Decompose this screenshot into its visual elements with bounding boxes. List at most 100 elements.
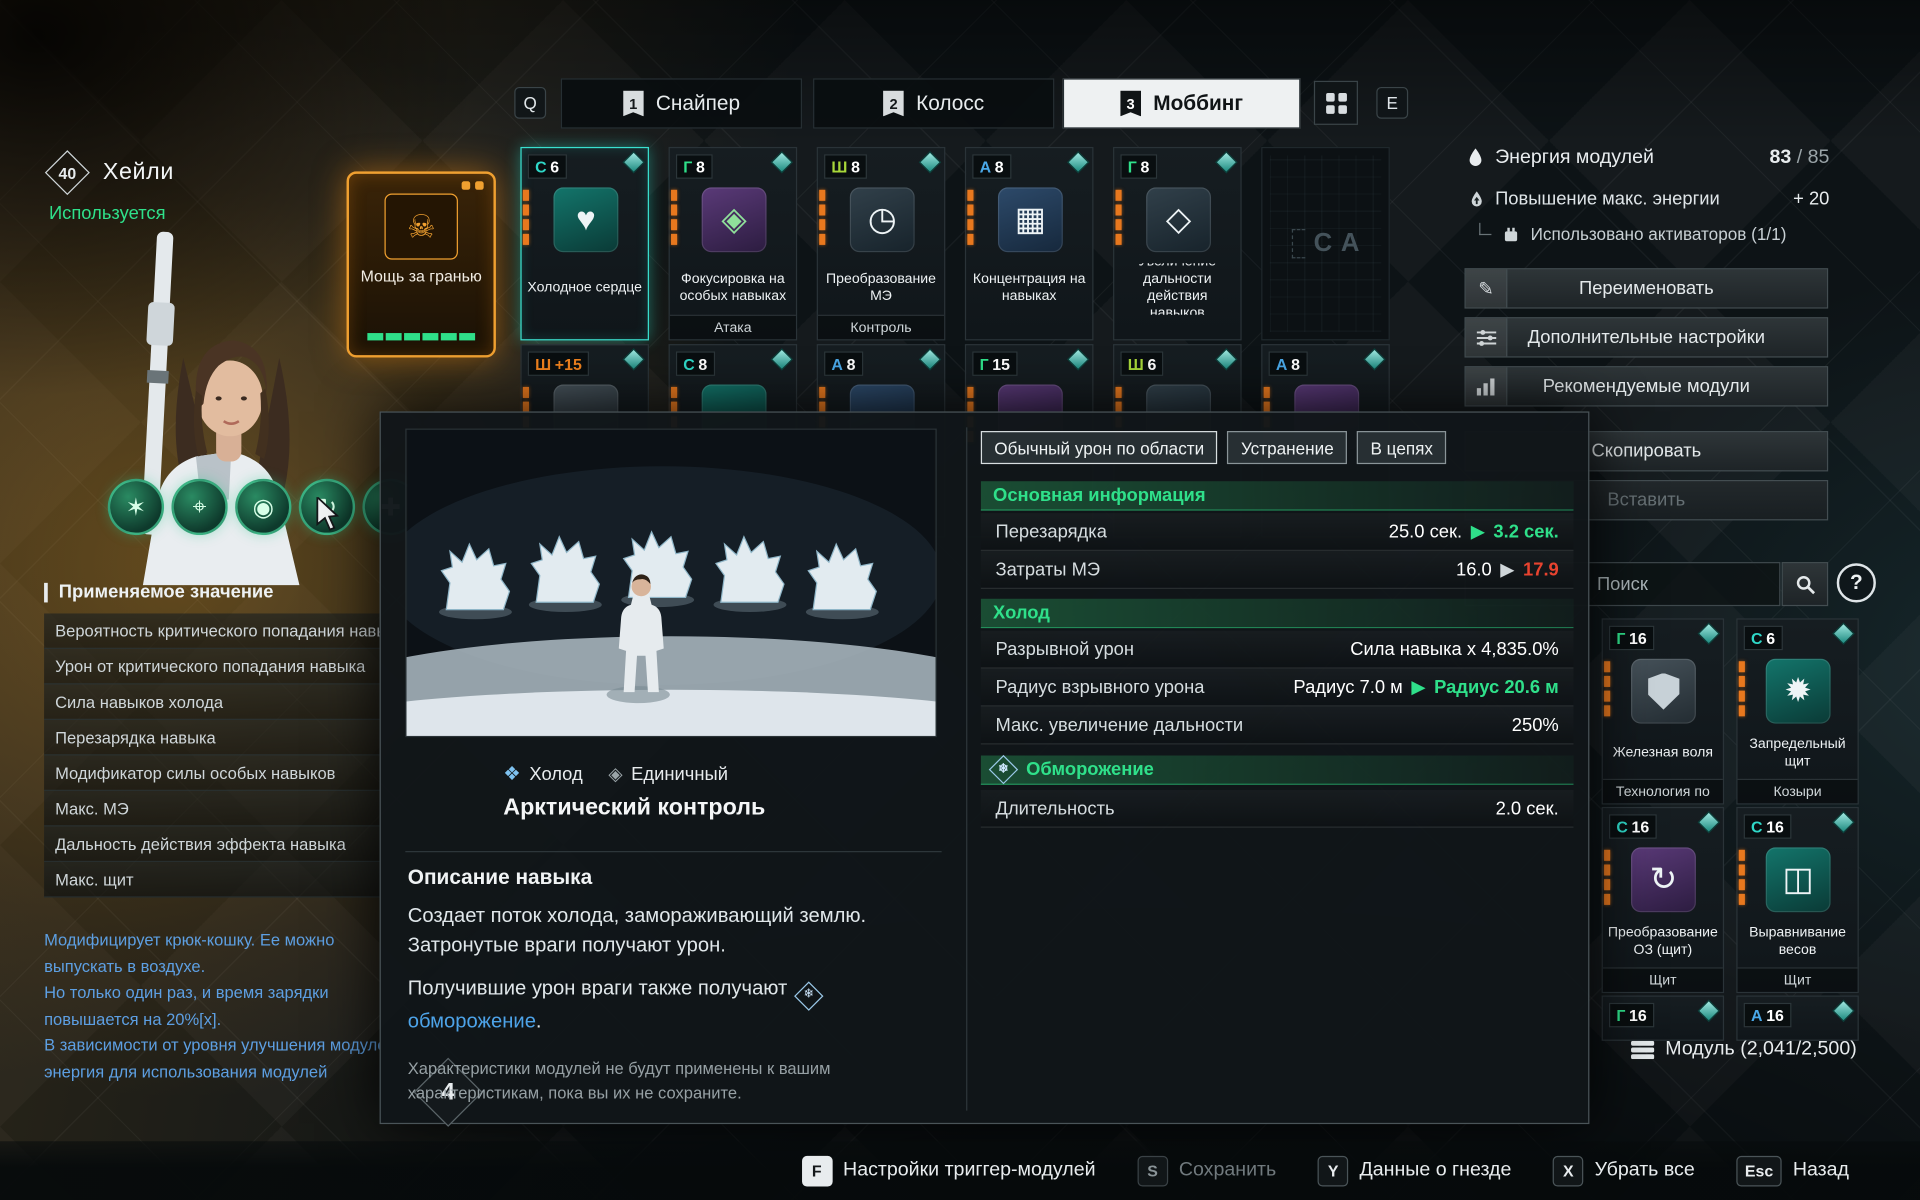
module-energy-row: Энергия модулей 83 / 85 <box>1467 147 1829 169</box>
tab-colossus[interactable]: 2 Колосс <box>813 78 1054 128</box>
activator-icon <box>1502 226 1519 242</box>
shield-icon <box>1631 659 1696 724</box>
skill-description-title: Описание навыка <box>408 866 592 890</box>
skill-tag-row: Обычный урон по области Устранение В цеп… <box>981 431 1447 464</box>
rename-button[interactable]: ✎ Переименовать <box>1464 268 1828 308</box>
section-header-basic: Основная информация <box>981 481 1574 510</box>
applied-value-row: Перезарядка навыка <box>44 720 380 756</box>
applied-value-row: Вероятность критического попадания навык… <box>44 613 380 649</box>
skill-3-icon[interactable]: ◉ <box>235 479 291 535</box>
search-button[interactable] <box>1782 562 1829 606</box>
inventory-card-iron-will[interactable]: Г16 Железная воля Технология по <box>1602 618 1724 804</box>
stat-row-cooldown: Перезарядка 25.0 сек.▶3.2 сек. <box>981 513 1574 551</box>
applied-value-row: Сила навыков холода <box>44 684 380 720</box>
game-screen: Q 1 Снайпер 2 Колосс 3 Моббинг E 40 Хейл… <box>0 0 1920 1200</box>
polarity-gem-icon <box>1215 348 1238 371</box>
skill-description: Создает поток холода, замораживающий зем… <box>408 901 952 961</box>
connector-pins-icon <box>1116 190 1122 245</box>
section-header-cold: Холод <box>981 599 1574 628</box>
energy-max: 85 <box>1808 147 1830 168</box>
frostbite-icon: ❄ <box>793 981 822 1010</box>
heart-icon <box>553 187 618 252</box>
applied-value-row: Урон от критического попадания навыка <box>44 649 380 685</box>
remove-all-hint[interactable]: X Убрать все <box>1553 1155 1695 1186</box>
sliders-icon <box>1466 318 1508 356</box>
module-card-cold-heart[interactable]: C6 Холодное сердце <box>520 147 649 340</box>
droplet-up-icon <box>1469 189 1484 209</box>
trigger-module-name: Мощь за гранью <box>354 267 489 287</box>
energy-boost-row: Повышение макс. энергии + 20 <box>1469 189 1829 210</box>
capacity-badge: Г15 <box>972 351 1017 375</box>
section-header-frostbite: ❄ Обморожение <box>981 756 1574 785</box>
module-name: Концентрация на навыках <box>970 263 1089 314</box>
burst-icon <box>1766 659 1831 724</box>
inventory-card-hp-conversion[interactable]: C16 Преобразование ОЗ (щит) Щит <box>1602 807 1724 993</box>
module-category: Козыри <box>1738 779 1858 803</box>
applied-values-title: Применяемое значение <box>44 582 273 603</box>
module-name: Увеличение дальности действия навыков <box>1118 263 1237 314</box>
module-card-special-focus[interactable]: Г8 Фокусировка на особых навыках Атака <box>669 147 798 340</box>
inventory-card-partial[interactable]: Г16 <box>1602 996 1724 1041</box>
capacity-badge: A8 <box>1269 351 1308 375</box>
module-card-skill-range[interactable]: Г8 Увеличение дальности действия навыков <box>1113 147 1242 340</box>
gauge-icon <box>850 187 915 252</box>
skill-2-icon[interactable]: ⌖ <box>171 479 227 535</box>
module-category: Контроль <box>818 315 944 339</box>
tag-chained[interactable]: В цепях <box>1357 431 1446 464</box>
trigger-module-dots <box>462 181 484 190</box>
capacity-badge: Г8 <box>676 154 712 178</box>
save-hint[interactable]: S Сохранить <box>1137 1155 1276 1186</box>
trigger-settings-hint[interactable]: F Настройки триггер-модулей <box>801 1155 1095 1186</box>
module-name: Холодное сердце <box>525 263 644 314</box>
help-button[interactable]: ? <box>1837 563 1876 602</box>
skill-1-icon[interactable]: ✶ <box>108 479 164 535</box>
energy-label: Энергия модулей <box>1495 147 1654 169</box>
balance-icon <box>1766 847 1831 912</box>
back-hint[interactable]: Esc Назад <box>1736 1155 1849 1186</box>
module-name: Запредельный щит <box>1741 730 1854 779</box>
polarity-gem-icon <box>622 348 645 371</box>
skill-description-2: Получившие урон враги также получают ❄ о… <box>408 973 952 1036</box>
key-y: Y <box>1318 1155 1349 1186</box>
capacity-badge: A8 <box>824 351 863 375</box>
polarity-gem-icon <box>771 151 794 174</box>
capacity-badge: Г8 <box>1120 154 1156 178</box>
tag-elimination[interactable]: Устранение <box>1227 431 1347 464</box>
module-card-mp-conversion[interactable]: Ш8 Преобразование МЭ Контроль <box>817 147 946 340</box>
grapple-hook-note: Модифицирует крюк-кошку. Ее можно выпуск… <box>44 927 380 1085</box>
capacity-badge: A8 <box>972 154 1011 178</box>
tab-sniper[interactable]: 1 Снайпер <box>561 78 802 128</box>
tab-label: Снайпер <box>656 91 740 115</box>
tag-area-damage[interactable]: Обычный урон по области <box>981 431 1218 464</box>
key-esc: Esc <box>1736 1155 1781 1186</box>
connector-pins-icon <box>523 190 529 245</box>
energy-value: 83 <box>1769 147 1791 168</box>
module-slot-empty[interactable]: C A <box>1261 147 1390 340</box>
next-tab-key-hint: E <box>1376 87 1408 119</box>
single-target-icon: ◈ <box>608 763 622 785</box>
inventory-card-scale-balance[interactable]: C16 Выравнивание весов Щит <box>1736 807 1858 993</box>
bar-chart-icon <box>1466 367 1508 405</box>
trigger-skull-icon: ☠ <box>384 193 457 259</box>
module-card-skill-concentration[interactable]: A8 Концентрация на навыках <box>965 147 1094 340</box>
frostbite-link[interactable]: обморожение <box>408 1010 536 1032</box>
module-category: Технология по <box>1603 779 1723 803</box>
tab-mobbing[interactable]: 3 Моббинг <box>1063 78 1301 128</box>
tab-1-icon: 1 <box>623 91 644 117</box>
module-name: Железная воля <box>1607 730 1720 779</box>
capacity-badge: Ш6 <box>1120 351 1163 375</box>
socket-data-hint[interactable]: Y Данные о гнезде <box>1318 1155 1512 1186</box>
tab-label: Моббинг <box>1153 91 1243 115</box>
polarity-gem-icon <box>1067 348 1090 371</box>
inventory-card-transcendent-shield[interactable]: C6 Запредельный щит Козыри <box>1736 618 1858 804</box>
loadout-grid-button[interactable] <box>1314 81 1358 125</box>
tree-connector <box>1479 223 1491 235</box>
trigger-module-card[interactable]: ☠ Мощь за гранью <box>347 171 496 357</box>
key-s: S <box>1137 1155 1168 1186</box>
inventory-card-partial[interactable]: A16 <box>1736 996 1858 1041</box>
recommended-modules-button[interactable]: Рекомендуемые модули <box>1464 366 1828 406</box>
skill-preview-image <box>405 429 936 738</box>
extra-settings-button[interactable]: Дополнительные настройки <box>1464 317 1828 357</box>
module-category: Щит <box>1738 967 1858 991</box>
stat-row-burst-radius: Радиус взрывного урона Радиус 7.0 м▶Ради… <box>981 669 1574 707</box>
